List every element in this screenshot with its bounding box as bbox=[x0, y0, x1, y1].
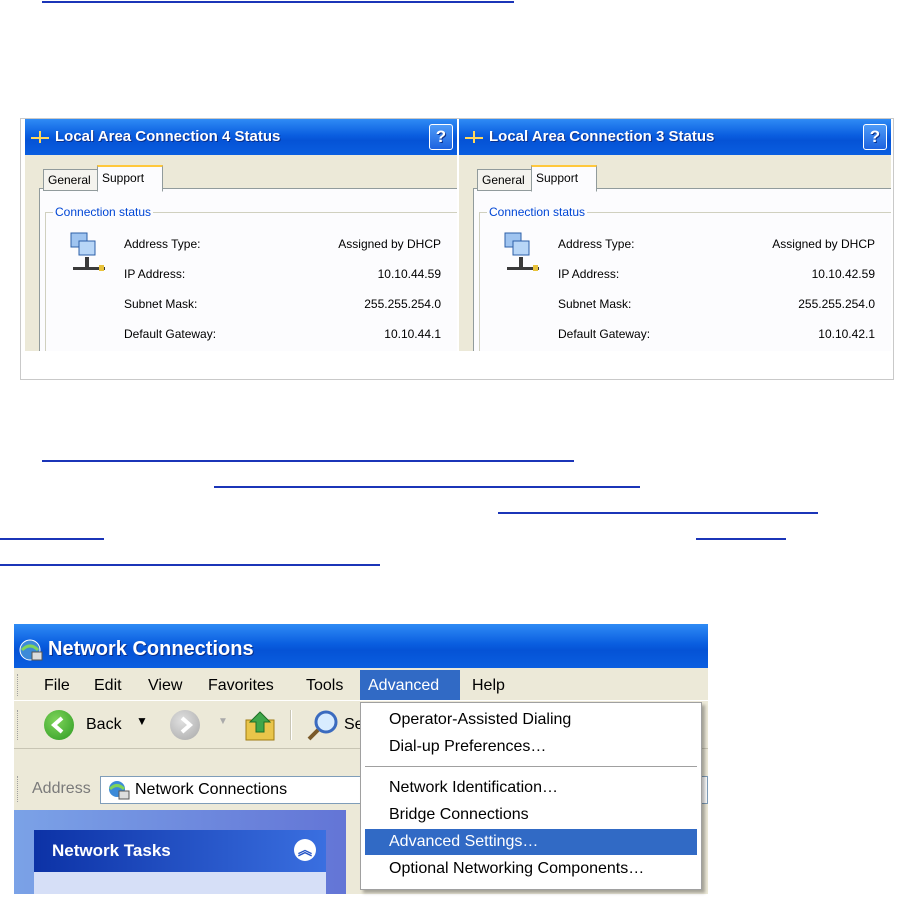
menu-tools[interactable]: Tools bbox=[298, 670, 351, 700]
group-label: Connection status bbox=[53, 205, 154, 219]
tab-support[interactable]: Support bbox=[97, 165, 163, 192]
subnet-mask-value: 255.255.254.0 bbox=[798, 297, 875, 311]
menu-favorites[interactable]: Favorites bbox=[200, 670, 282, 700]
network-globe-icon bbox=[19, 639, 43, 661]
collapse-chevron-icon[interactable]: ︽ bbox=[294, 839, 316, 861]
address-grip bbox=[17, 776, 21, 802]
window-title: Local Area Connection 3 Status bbox=[489, 128, 715, 145]
up-folder-icon[interactable] bbox=[244, 708, 280, 742]
menu-item-bridge-connections[interactable]: Bridge Connections bbox=[365, 802, 697, 828]
menu-item-network-identification[interactable]: Network Identification… bbox=[365, 775, 697, 801]
menu-item-operator-assisted-dialing[interactable]: Operator-Assisted Dialing bbox=[365, 707, 697, 733]
back-button-label[interactable]: Back bbox=[86, 716, 122, 734]
default-gateway-value: 10.10.42.1 bbox=[818, 327, 875, 341]
address-label: Address bbox=[32, 780, 91, 797]
menu-file[interactable]: File bbox=[36, 670, 78, 700]
tasks-pane: Network Tasks ︽ bbox=[14, 810, 346, 894]
status-window-lac4: Local Area Connection 4 Status ? General… bbox=[25, 119, 457, 351]
help-button[interactable]: ? bbox=[863, 124, 887, 150]
ip-address-value: 10.10.44.59 bbox=[377, 267, 441, 281]
address-type-value: Assigned by DHCP bbox=[772, 237, 875, 251]
address-type-label: Address Type: bbox=[124, 237, 201, 251]
tab-general[interactable]: General bbox=[43, 169, 99, 191]
default-gateway-label: Default Gateway: bbox=[558, 327, 651, 341]
group-label: Connection status bbox=[487, 205, 588, 219]
ip-address-label: IP Address: bbox=[124, 267, 186, 281]
group-border bbox=[479, 212, 480, 351]
network-computers-icon bbox=[504, 232, 539, 271]
search-icon[interactable] bbox=[306, 708, 342, 742]
toolbar-grip bbox=[17, 710, 21, 740]
help-button[interactable]: ? bbox=[429, 124, 453, 150]
network-tasks-header[interactable]: Network Tasks ︽ bbox=[34, 830, 326, 872]
default-gateway-label: Default Gateway: bbox=[124, 327, 217, 341]
title-bar: Network Connections bbox=[14, 624, 708, 668]
network-connection-icon bbox=[465, 131, 483, 143]
menu-view[interactable]: View bbox=[140, 670, 190, 700]
menu-item-advanced-settings[interactable]: Advanced Settings… bbox=[365, 829, 697, 855]
group-border bbox=[45, 212, 46, 351]
menu-edit[interactable]: Edit bbox=[86, 670, 130, 700]
subnet-mask-label: Subnet Mask: bbox=[558, 297, 632, 311]
forward-dropdown-icon[interactable]: ▼ bbox=[218, 716, 228, 727]
menu-item-dialup-preferences[interactable]: Dial-up Preferences… bbox=[365, 734, 697, 760]
status-window-lac3: Local Area Connection 3 Status ? General… bbox=[459, 119, 891, 351]
ip-address-label: IP Address: bbox=[558, 267, 620, 281]
menu-grip bbox=[17, 674, 21, 696]
address-type-value: Assigned by DHCP bbox=[338, 237, 441, 251]
advanced-dropdown-menu: Operator-Assisted Dialing Dial-up Prefer… bbox=[360, 702, 702, 890]
back-dropdown-icon[interactable]: ▼ bbox=[136, 714, 148, 728]
hyperlink-underline[interactable] bbox=[498, 511, 818, 514]
ip-address-value: 10.10.42.59 bbox=[811, 267, 875, 281]
window-title: Network Connections bbox=[48, 638, 254, 660]
forward-arrow-icon[interactable] bbox=[170, 710, 200, 740]
hyperlink-underline[interactable] bbox=[214, 485, 640, 488]
tab-support[interactable]: Support bbox=[531, 165, 597, 192]
network-tasks-title: Network Tasks bbox=[52, 841, 171, 860]
window-title: Local Area Connection 4 Status bbox=[55, 128, 281, 145]
hyperlink-underline[interactable] bbox=[0, 537, 104, 540]
title-bar: Local Area Connection 3 Status ? bbox=[459, 119, 891, 155]
tab-general[interactable]: General bbox=[477, 169, 533, 191]
hyperlink-underline[interactable] bbox=[42, 0, 514, 3]
network-computers-icon bbox=[70, 232, 105, 271]
subnet-mask-label: Subnet Mask: bbox=[124, 297, 198, 311]
hyperlink-underline[interactable] bbox=[696, 537, 786, 540]
hyperlink-underline[interactable] bbox=[0, 563, 380, 566]
status-screenshots-panel: Local Area Connection 4 Status ? General… bbox=[20, 118, 894, 380]
address-type-label: Address Type: bbox=[558, 237, 635, 251]
default-gateway-value: 10.10.44.1 bbox=[384, 327, 441, 341]
network-connection-icon bbox=[31, 131, 49, 143]
title-bar: Local Area Connection 4 Status ? bbox=[25, 119, 457, 155]
menu-help[interactable]: Help bbox=[464, 670, 513, 700]
menu-item-optional-networking-components[interactable]: Optional Networking Components… bbox=[365, 856, 697, 882]
back-arrow-icon[interactable] bbox=[44, 710, 74, 740]
address-value: Network Connections bbox=[135, 781, 288, 798]
menu-bar: File Edit View Favorites Tools Advanced … bbox=[14, 670, 708, 701]
subnet-mask-value: 255.255.254.0 bbox=[364, 297, 441, 311]
hyperlink-underline[interactable] bbox=[42, 459, 574, 462]
network-tasks-panel: Network Tasks ︽ bbox=[34, 830, 326, 894]
network-globe-icon bbox=[108, 781, 130, 800]
toolbar-separator bbox=[290, 710, 292, 740]
menu-separator bbox=[365, 766, 697, 768]
menu-advanced[interactable]: Advanced bbox=[360, 670, 460, 700]
